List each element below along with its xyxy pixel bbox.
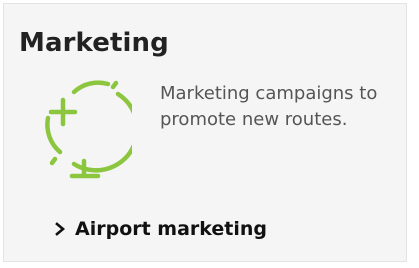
chevron-right-icon	[55, 222, 66, 236]
link-label: Airport marketing	[75, 218, 268, 240]
globe-stand-icon	[45, 80, 132, 179]
airport-marketing-link[interactable]: Airport marketing	[53, 218, 267, 240]
card-title: Marketing	[19, 28, 169, 58]
marketing-card: Marketing Marketing campaigns to promote…	[3, 3, 407, 262]
card-description: Marketing campaigns to promote new route…	[160, 83, 378, 130]
